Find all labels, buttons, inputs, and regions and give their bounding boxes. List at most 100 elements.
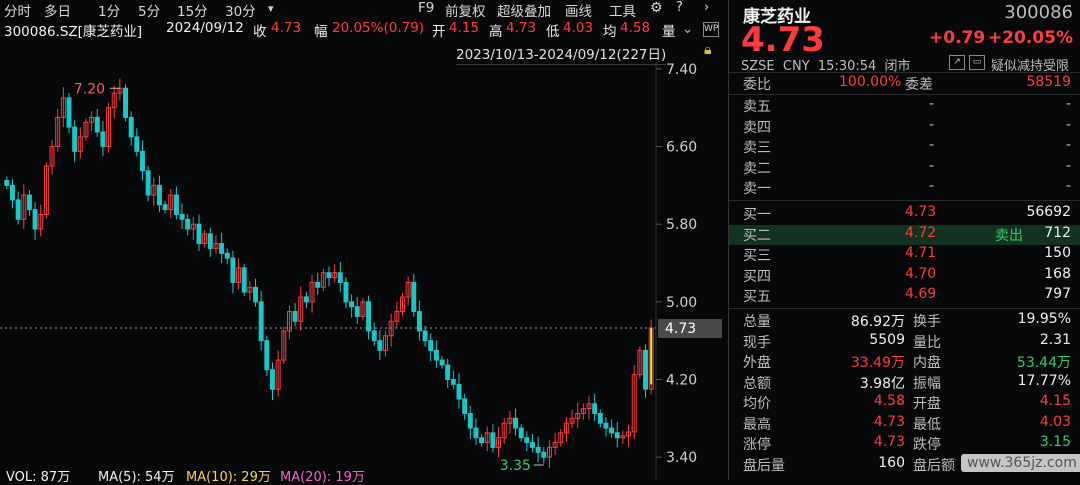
candle-body [541,451,547,458]
candle-body [354,306,360,317]
bid-price: 4.73 [905,204,937,220]
stat-label: 最低 [913,416,941,433]
stat-row: 总量 86.92万 换手 19.95% [729,311,1080,331]
bid-label: 买五 [743,289,771,305]
low-value: 4.03 [563,20,594,36]
stat-value: 17.77% [1017,372,1071,389]
stat-label: 均价 [743,396,771,412]
stat-row: 涨停 4.73 跌停 3.15 [729,434,1080,454]
wp-icon[interactable]: WP [703,22,719,37]
close-value: 4.73 [271,20,302,36]
tab-multiday[interactable]: 多日 [44,0,71,20]
fuquan-button[interactable]: 前复权 [445,0,486,20]
expand-icon[interactable]: ↗ [949,55,965,70]
ask-label: 卖五 [743,99,771,115]
stat-label: 最高 [743,416,771,433]
bid-volume: 797 [1044,286,1071,302]
candle-body [371,330,377,342]
bid-label: 买三 [743,248,771,264]
stat-label: 盘后量 [743,457,785,474]
candle-body [315,281,321,288]
bid-sell-tag[interactable]: 卖出 [995,225,1023,245]
candle-body [72,126,78,152]
candle-body [270,369,275,390]
chevron-right-icon[interactable]: › [704,0,709,15]
candle-body [94,116,100,133]
watermark-text: www.365jz.com [967,455,1077,471]
candle-body [603,422,609,429]
chart-toolbar: 分时 多日 1分 5分 15分 30分 ▾ F9 前复权 超级叠加 画线 工具 … [0,0,722,20]
candle-body [337,272,343,283]
stat-label: 开盘 [913,396,941,412]
candle-body [643,349,648,390]
compare-icon[interactable]: ▭ [969,55,985,70]
candle-body [614,432,620,439]
candle-body [292,311,298,322]
draw-line-button[interactable]: 画线 [565,0,592,20]
ma10-value: MA(10): 29万 [186,470,271,485]
ask-row: 卖二 - - [729,158,1080,178]
candle-body [162,204,168,211]
stat-value: 33.49万 [850,355,905,371]
candle-body [428,340,434,351]
candle-body [473,427,479,439]
gear-icon[interactable]: ⚙ [650,0,663,16]
stat-row: 现手 5509 量比 2.31 [729,332,1080,352]
avg-value: 4.58 [620,20,651,36]
candle-body [530,442,535,448]
y-tick-label: 5.00 [666,295,697,311]
stat-value: 4.03 [1039,413,1071,430]
period-dropdown[interactable]: ▾ [268,2,274,15]
stat-row: 总额 3.98亿 振幅 17.77% [729,373,1080,393]
y-tick-label: 4.20 [666,372,697,388]
bid-label: 买一 [743,207,771,223]
ask-volume: - [1065,157,1071,174]
candle-body [445,364,451,380]
bid-price: 4.69 [905,286,937,302]
candle-body [343,281,349,303]
candle-body [26,194,32,211]
diff-label: 委差 [905,77,933,93]
tab-intraday[interactable]: 分时 [4,0,31,20]
stat-value: 160 [878,454,905,471]
tab-30min[interactable]: 30分 [225,0,256,20]
chevron-down-icon[interactable]: ⌄ [682,21,693,37]
ask-volume: - [1065,96,1071,112]
tools-button[interactable]: 工具 [609,0,636,20]
candle-body [450,378,456,385]
candle-body [134,136,140,152]
f9-button[interactable]: F9 [418,0,434,16]
bid-row: 买五 4.69 797 [729,286,1080,306]
bid-volume: 56692 [1026,204,1071,220]
candle-body [140,150,145,172]
ask-label: 卖四 [743,119,771,136]
tab-5min[interactable]: 5分 [138,0,160,20]
candle-body [349,301,355,308]
candle-body [4,179,10,186]
ask-price: - [929,157,935,174]
tab-1min[interactable]: 1分 [98,0,120,20]
candle-body [524,437,530,444]
candlestick-chart[interactable]: 7.40 6.60 5.80 5.00 4.20 3.40 4.73 7.20 3.35 [0,62,726,480]
stat-value: 4.73 [873,434,905,450]
help-icon[interactable]: ? [676,0,683,15]
candle-body [535,446,541,453]
candle-body [241,267,247,293]
stat-value: 3.98亿 [859,375,905,392]
tab-15min[interactable]: 15分 [177,0,208,20]
stat-label: 现手 [743,334,771,351]
stat-label: 量比 [913,334,941,351]
bid-volume: 712 [1044,224,1071,241]
price-change-pct: +20.05% [987,28,1073,48]
candle-body [264,340,270,371]
overlay-button[interactable]: 超级叠加 [497,0,551,20]
ask-price: - [929,137,935,153]
lock-icon[interactable]: 🔒︎ [704,42,711,58]
watermark: www.365jz.com [961,454,1080,472]
stat-label: 换手 [913,314,941,330]
stat-value: 4.73 [873,413,905,430]
ask-row: 卖四 - - [729,117,1080,137]
candle-body [303,296,309,303]
open-value: 4.15 [449,20,480,36]
price-change: +0.79 [929,28,986,48]
